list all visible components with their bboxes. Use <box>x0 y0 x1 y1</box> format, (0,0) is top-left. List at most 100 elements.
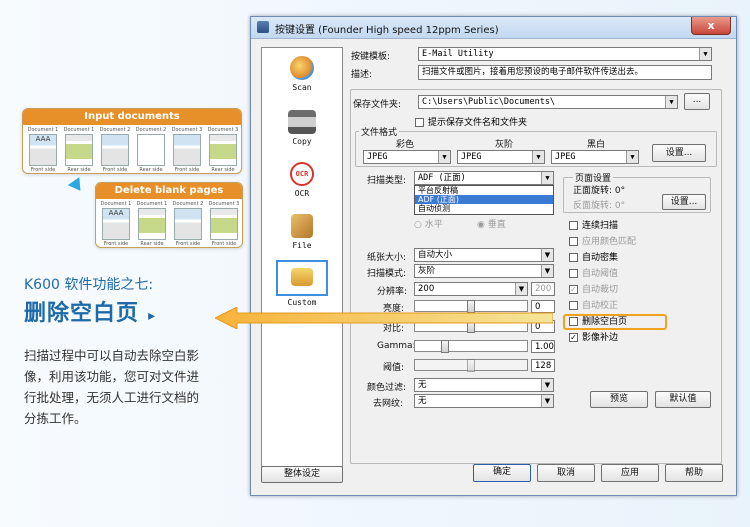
doc-page <box>65 134 93 166</box>
option-checkbox[interactable]: ✓ 影像补边 <box>569 330 709 346</box>
promo-desc-line: 像，利用该功能，您可对文件进 <box>24 369 200 384</box>
doc-sample-text: AAA <box>35 135 51 143</box>
threshold-value[interactable]: 128 <box>531 359 555 372</box>
sidebar-item-copy[interactable]: Copy <box>262 110 342 146</box>
option-label: 自动裁切 <box>582 285 619 295</box>
doc-side-label: Front side <box>175 241 201 247</box>
desc-input[interactable]: 扫描文件或图片，接着用您预设的电子邮件软件传送出去。 <box>418 65 712 80</box>
delete-blank-card: Delete blank pages Document 1 AAA Front si… <box>95 182 243 248</box>
sidebar-item-custom[interactable]: Custom <box>262 260 342 307</box>
threshold-slider[interactable] <box>414 359 528 372</box>
default-button[interactable]: 默认值 <box>655 391 711 408</box>
checkmark-icon[interactable]: ✓ <box>569 285 578 294</box>
doc-side-label: Front side <box>30 167 56 173</box>
prompt-save-checkbox[interactable]: 提示保存文件名和文件夹 <box>415 115 527 128</box>
option-label: 应用颜色匹配 <box>582 237 637 247</box>
chevron-down-icon: ▼ <box>438 151 450 163</box>
cancel-button[interactable]: 取消 <box>537 464 595 482</box>
option-checkbox[interactable]: ✓ 自动裁切 <box>569 282 709 298</box>
doc-side-label: Rear side <box>139 167 163 173</box>
option-checkbox[interactable]: 自动校正 <box>569 298 709 314</box>
doc-label: Document 3 <box>207 127 239 133</box>
orientation-horizontal-radio[interactable]: ○ 水平 <box>414 217 443 230</box>
chevron-down-icon: ▼ <box>699 48 711 60</box>
gamma-slider[interactable] <box>414 340 528 353</box>
doc-side-label: Front side <box>103 241 129 247</box>
resolution-alt-field[interactable]: 200 <box>531 282 555 296</box>
browse-button[interactable]: ... <box>684 93 710 110</box>
app-icon <box>257 21 269 33</box>
scan-type-option[interactable]: 自动侦测 <box>415 204 553 213</box>
color-filter-value: 无 <box>418 380 427 390</box>
paper-size-select[interactable]: 自动大小 ▼ <box>414 248 554 262</box>
scan-type-option-selected[interactable]: ADF (正面) <box>415 195 553 204</box>
checkmark-icon[interactable]: ✓ <box>569 333 578 342</box>
prompt-save-label: 提示保存文件名和文件夹 <box>428 118 528 128</box>
file-icon <box>291 214 313 238</box>
option-label: 影像补边 <box>582 333 619 343</box>
gamma-value[interactable]: 1.00 <box>531 340 555 353</box>
option-label: 删除空白页 <box>582 317 628 327</box>
printer-icon <box>288 110 316 134</box>
option-checkbox[interactable]: 连续扫描 <box>569 218 709 234</box>
doc-thumb: Document 2 Rear side <box>135 127 167 173</box>
checkbox-box[interactable] <box>569 317 578 326</box>
descreen-select[interactable]: 无 ▼ <box>414 394 554 408</box>
doc-thumb: Document 1 Rear side <box>136 201 168 247</box>
slider-thumb[interactable] <box>441 340 449 353</box>
preview-button[interactable]: 预览 <box>590 391 648 408</box>
orientation-vertical-radio[interactable]: ◉ 垂直 <box>477 217 506 230</box>
doc-page: AAA <box>102 208 130 240</box>
doc-side-label: Front side <box>211 241 237 247</box>
checkbox-box[interactable] <box>415 118 424 127</box>
scan-type-option[interactable]: 平台反射稿 <box>415 186 553 195</box>
doc-label: Document 1 <box>27 127 59 133</box>
resolution-value: 200 <box>418 284 435 294</box>
help-button[interactable]: 帮助 <box>665 464 723 482</box>
format-settings-button[interactable]: 设置... <box>652 144 706 162</box>
option-label: 连续扫描 <box>582 221 619 231</box>
slider-thumb[interactable] <box>467 359 475 372</box>
folder-select[interactable]: C:\Users\Public\Documents\ ▼ <box>418 95 678 109</box>
checkbox-box[interactable] <box>569 221 578 230</box>
color-filter-select[interactable]: 无 ▼ <box>414 378 554 392</box>
chevron-down-icon: ▼ <box>665 96 677 108</box>
checkbox-box[interactable] <box>569 253 578 262</box>
checkbox-box[interactable] <box>569 301 578 310</box>
bw-format-select[interactable]: JPEG ▼ <box>551 150 639 164</box>
sidebar-item-scan[interactable]: Scan <box>262 56 342 92</box>
page-settings-button[interactable]: 设置... <box>662 194 706 210</box>
checkbox-box[interactable] <box>569 269 578 278</box>
promo-desc-line: 行批处理，无须人工进行文档的 <box>24 390 200 405</box>
option-checkbox[interactable]: 自动阈值 <box>569 266 709 282</box>
threshold-label: 阈值: <box>383 363 405 373</box>
sidebar-item-ocr[interactable]: OCR OCR <box>262 162 342 198</box>
option-checkbox[interactable]: 删除空白页 <box>563 314 667 330</box>
folder-value: C:\Users\Public\Documents\ <box>422 97 556 107</box>
sidebar-item-file[interactable]: File <box>262 214 342 250</box>
scan-type-select[interactable]: ADF (正面) ▼ <box>414 171 554 185</box>
sidebar-item-label: Scan <box>292 83 312 92</box>
resolution-select[interactable]: 200 ▼ <box>414 282 528 296</box>
bw-label: 黑白 <box>587 140 606 150</box>
template-select[interactable]: E-Mail Utility ▼ <box>418 47 712 61</box>
gray-format-select[interactable]: JPEG ▼ <box>457 150 545 164</box>
gamma-label: Gamma: <box>377 341 416 351</box>
option-label: 自动校正 <box>582 301 619 311</box>
doc-label: Document 2 <box>135 127 167 133</box>
global-settings-button[interactable]: 整体设定 <box>261 466 343 483</box>
paper-size-label: 纸张大小: <box>367 253 407 263</box>
option-checkbox[interactable]: 应用颜色匹配 <box>569 234 709 250</box>
option-checkbox[interactable]: 自动密集 <box>569 250 709 266</box>
close-button[interactable]: x <box>691 17 731 35</box>
ok-button[interactable]: 确定 <box>473 464 531 482</box>
doc-side-label: Front side <box>174 167 200 173</box>
scan-mode-select[interactable]: 灰阶 ▼ <box>414 264 554 278</box>
sidebar-item-label: Copy <box>292 137 312 146</box>
scan-type-label: 扫描类型: <box>367 176 407 186</box>
doc-label: Document 2 <box>99 127 131 133</box>
checkbox-box[interactable] <box>569 237 578 246</box>
apply-button[interactable]: 应用 <box>601 464 659 482</box>
color-format-select[interactable]: JPEG ▼ <box>363 150 451 164</box>
promo-subtitle: K600 软件功能之七: <box>24 277 154 293</box>
